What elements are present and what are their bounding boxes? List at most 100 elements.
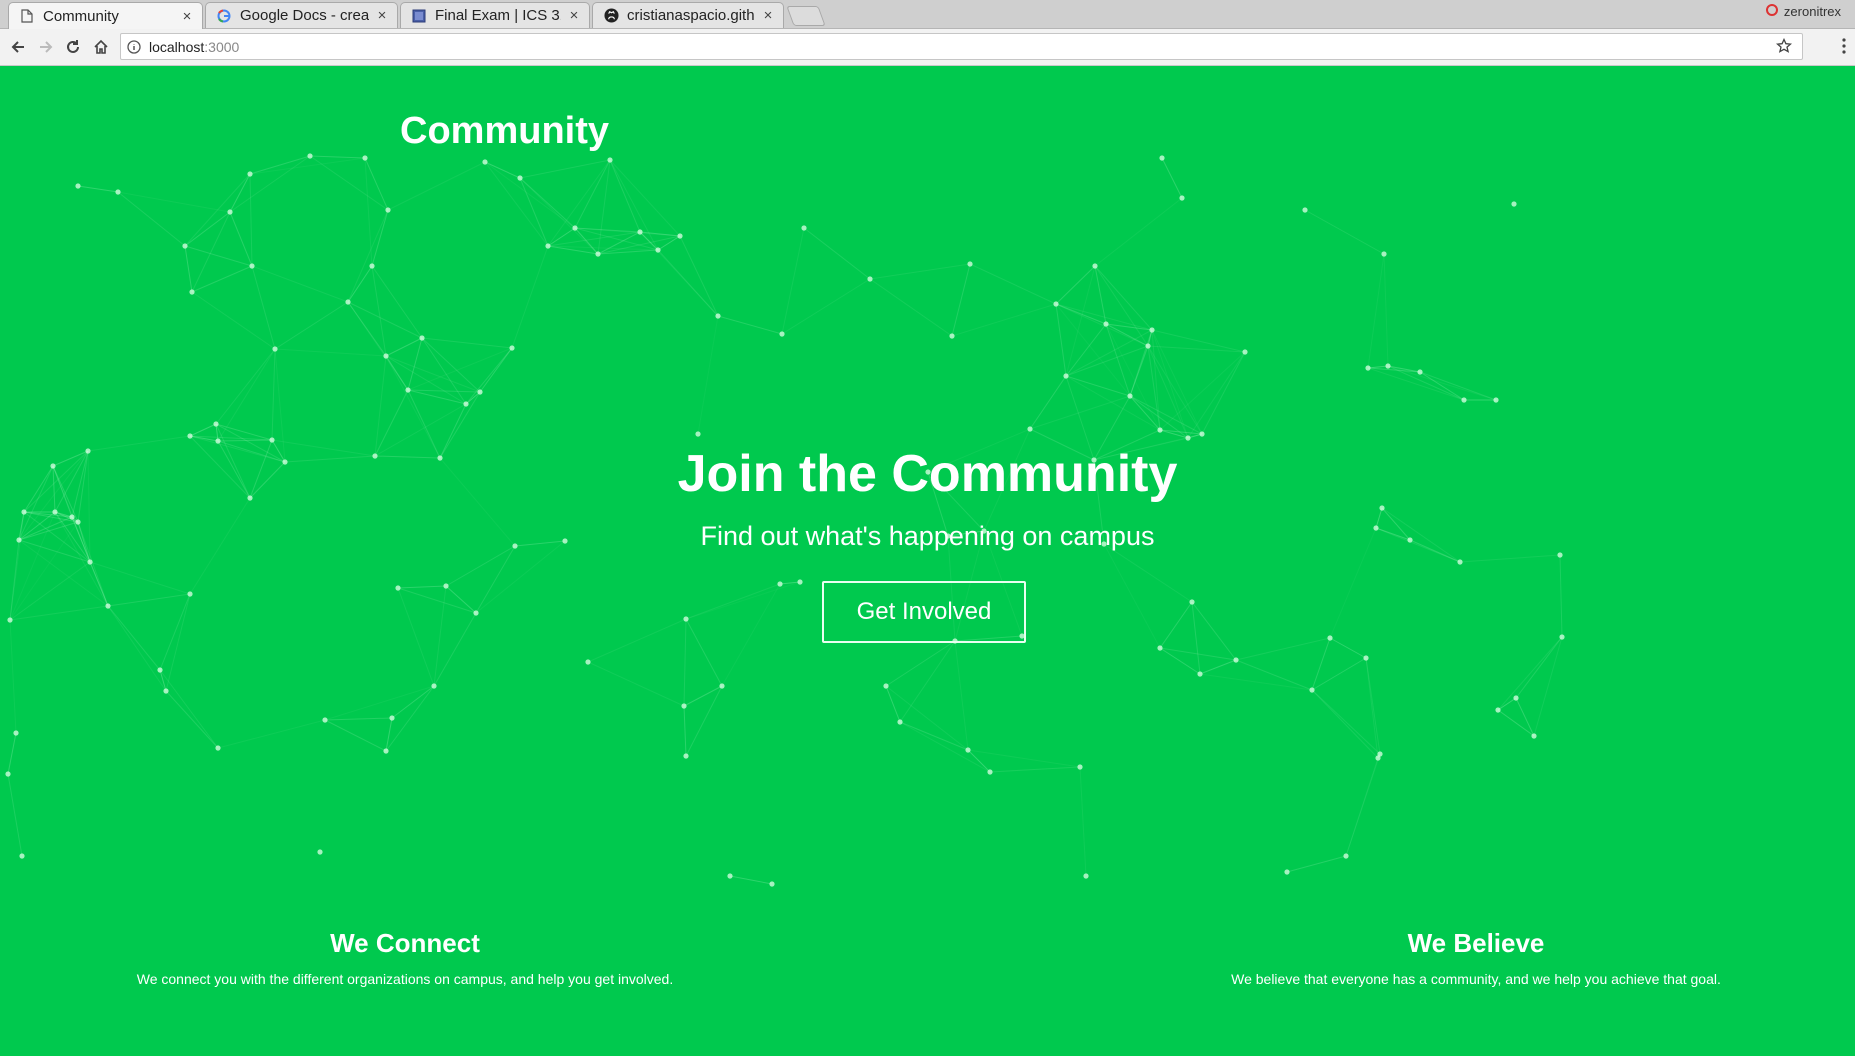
network-node (883, 683, 889, 689)
feature-text: We connect you with the different organi… (136, 971, 674, 987)
back-icon[interactable] (8, 37, 28, 57)
feature-title: We Believe (1407, 928, 1545, 958)
network-node (897, 719, 903, 725)
network-node (189, 289, 195, 295)
network-node (249, 263, 255, 269)
network-node (215, 438, 221, 444)
network-node (517, 175, 523, 181)
network-node (115, 189, 121, 195)
network-node (719, 683, 725, 689)
network-node (1363, 655, 1369, 661)
network-node (1559, 634, 1565, 640)
network-node (949, 333, 955, 339)
network-node (769, 881, 775, 887)
network-node (477, 389, 483, 395)
network-node (1557, 552, 1563, 558)
network-node (1092, 263, 1098, 269)
feature-text: We believe that everyone has a community… (1231, 971, 1721, 987)
network-node (383, 353, 389, 359)
network-node (1185, 435, 1191, 441)
bookmark-star-icon[interactable] (1775, 37, 1793, 57)
network-node (1309, 687, 1315, 693)
home-icon[interactable] (91, 37, 111, 57)
network-node (797, 579, 803, 585)
network-node (1284, 869, 1290, 875)
tab-title: Final Exam | ICS 314 (435, 7, 561, 24)
browser-toolbar: localhost:3000 (0, 29, 1855, 66)
network-node (607, 157, 613, 163)
network-node (1381, 251, 1387, 257)
network-node (1197, 671, 1203, 677)
tab-strip: Community × Google Docs - create and edi… (0, 0, 1855, 29)
network-node (322, 717, 328, 723)
close-tab-icon[interactable]: × (180, 8, 194, 25)
network-node (695, 431, 701, 437)
network-node (369, 263, 375, 269)
get-involved-button[interactable]: Get Involved (822, 581, 1026, 643)
network-node (105, 603, 111, 609)
network-node (75, 183, 81, 189)
profile-badge[interactable]: zeronitrex (1765, 4, 1841, 19)
site-brand[interactable]: Community (400, 110, 609, 153)
network-node (385, 207, 391, 213)
network-node (482, 159, 488, 165)
network-node (187, 591, 193, 597)
tab-community[interactable]: Community × (8, 2, 203, 29)
tab-title: Google Docs - create and edit documents … (240, 7, 369, 24)
network-node (1327, 635, 1333, 641)
network-node (1179, 195, 1185, 201)
forward-icon[interactable] (36, 37, 56, 57)
tab-final-exam[interactable]: Final Exam | ICS 314 × (400, 2, 590, 28)
network-lines (7, 155, 1563, 885)
network-node (52, 509, 58, 515)
network-node (215, 745, 221, 751)
network-node (965, 747, 971, 753)
network-node (431, 683, 437, 689)
network-node (419, 335, 425, 341)
feature-we-believe: We Believe We believe that everyone has … (1126, 928, 1826, 987)
network-node (1457, 559, 1463, 565)
address-bar[interactable]: localhost:3000 (120, 33, 1803, 60)
network-node (182, 243, 188, 249)
network-node (317, 849, 323, 855)
network-node (1377, 751, 1383, 757)
network-node (1127, 393, 1133, 399)
tab-github[interactable]: cristianaspacio.github.io × (592, 2, 784, 28)
network-node (727, 873, 733, 879)
network-node (572, 225, 578, 231)
reload-icon[interactable] (63, 37, 83, 57)
browser-menu-icon[interactable] (1841, 37, 1847, 60)
network-node (362, 155, 368, 161)
network-node (777, 581, 783, 587)
network-node (867, 276, 873, 282)
network-node (1242, 349, 1248, 355)
network-node (69, 514, 75, 520)
close-tab-icon[interactable]: × (375, 7, 389, 24)
network-node (681, 703, 687, 709)
network-node (463, 401, 469, 407)
network-node (1053, 301, 1059, 307)
network-node (1302, 207, 1308, 213)
network-node (987, 769, 993, 775)
close-tab-icon[interactable]: × (567, 7, 581, 24)
network-node (1379, 505, 1385, 511)
url-host: localhost (149, 38, 205, 55)
network-node (1083, 873, 1089, 879)
google-icon (216, 8, 232, 24)
feature-title: We Connect (330, 928, 480, 958)
network-node (307, 153, 313, 159)
tab-google-docs[interactable]: Google Docs - create and edit documents … (205, 2, 398, 28)
network-node (595, 251, 601, 257)
network-node (389, 715, 395, 721)
network-nodes (5, 153, 1565, 887)
network-node (1417, 369, 1423, 375)
network-node (1157, 645, 1163, 651)
network-node (1027, 426, 1033, 432)
close-tab-icon[interactable]: × (761, 7, 775, 24)
network-node (715, 313, 721, 319)
new-tab-button[interactable] (786, 6, 826, 26)
network-node (585, 659, 591, 665)
info-icon[interactable] (127, 39, 143, 54)
network-node (1189, 599, 1195, 605)
network-node (1365, 365, 1371, 371)
